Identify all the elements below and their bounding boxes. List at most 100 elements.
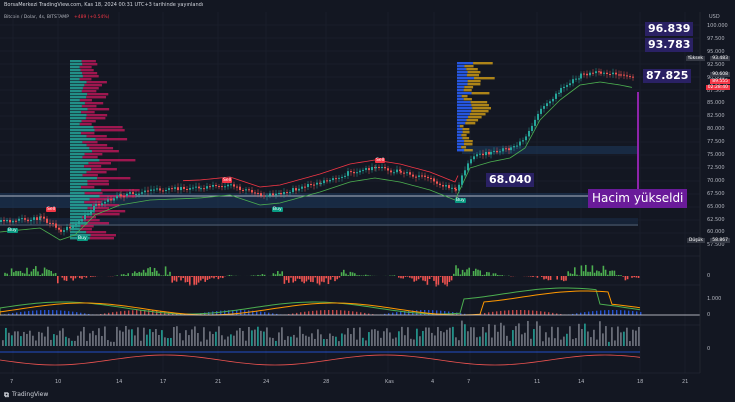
macd-bar — [240, 310, 242, 315]
volume-bar — [8, 332, 10, 346]
volume-bar — [272, 337, 274, 346]
volume-bar — [539, 325, 541, 346]
candle-body — [436, 181, 438, 184]
candle-body — [159, 188, 161, 191]
histogram-bar — [598, 271, 600, 276]
volume-bar — [386, 328, 388, 346]
volume-bar — [44, 336, 46, 346]
candle-body — [120, 194, 122, 197]
profile-bar-buy — [457, 89, 464, 92]
time-tick-label: 14 — [116, 379, 123, 385]
profile-bar-sell — [86, 171, 107, 174]
profile-bar-sell — [84, 153, 103, 156]
profile-bar-sell — [81, 90, 97, 93]
profile-bar-buy — [457, 92, 472, 95]
profile-bar-buy — [457, 140, 465, 143]
profile-bar-buy — [70, 144, 87, 147]
candle-body — [6, 219, 8, 222]
volume-bar — [89, 333, 91, 346]
histogram-bar — [206, 276, 209, 281]
profile-bar-sell — [80, 69, 94, 72]
profile-bar-buy — [70, 150, 92, 153]
profile-bar-sell — [466, 74, 479, 77]
volume-bar — [281, 327, 283, 346]
volume-bar — [482, 326, 484, 346]
volume-bar — [635, 330, 637, 346]
profile-bar-buy — [457, 137, 463, 140]
candle-body — [30, 219, 32, 222]
footer-brand[interactable]: TradingView — [12, 391, 48, 398]
candle-body — [295, 188, 297, 191]
histogram-bar — [622, 276, 624, 277]
price-tick-label: 92.500 — [707, 61, 725, 68]
price-tick-label: 72.500 — [707, 164, 725, 171]
histogram-bar — [497, 275, 499, 276]
high-value-tag: 93.483 — [710, 56, 730, 61]
volume-bar — [14, 331, 16, 346]
profile-bar-buy — [70, 78, 80, 81]
sell-signal: Sell — [222, 178, 233, 183]
tradingview-logo-icon[interactable]: ⧉ — [4, 391, 9, 400]
profile-bar-sell — [84, 165, 102, 168]
histogram-bar — [479, 270, 481, 276]
time-tick-label: 21 — [215, 379, 222, 385]
histogram-bar — [360, 275, 363, 276]
profile-bar-sell — [84, 84, 102, 87]
ind2-top: 1.000 — [707, 296, 722, 302]
histogram-bar — [281, 271, 283, 276]
candle-body — [493, 150, 495, 152]
volume-bar — [377, 330, 379, 346]
macd-bar — [316, 310, 318, 315]
candle-body — [43, 216, 45, 219]
volume-bar — [593, 329, 595, 346]
profile-bar-sell — [462, 137, 470, 140]
price-tick-label: 100.000 — [707, 23, 728, 29]
candle-body — [212, 185, 214, 187]
volume-bar — [257, 326, 259, 346]
volume-bar — [338, 341, 340, 346]
candle-body — [75, 224, 77, 226]
macd-bar — [528, 310, 530, 315]
volume-bar — [602, 333, 604, 346]
candle-body — [18, 218, 20, 221]
profile-bar-buy — [70, 156, 83, 159]
macd-bar — [300, 312, 302, 315]
candle-body — [147, 190, 149, 192]
profile-bar-buy — [70, 207, 88, 210]
candle-body — [496, 150, 498, 153]
candle-body — [156, 188, 158, 190]
volume-bar — [239, 327, 241, 346]
volume-bar — [146, 334, 148, 346]
volume-bar — [554, 338, 556, 346]
candle-body — [560, 88, 562, 93]
volume-bar — [317, 329, 319, 346]
volume-bar — [512, 330, 514, 346]
histogram-bar — [420, 276, 422, 278]
candle-body — [543, 106, 545, 109]
histogram-bar — [321, 276, 323, 282]
histogram-bar — [475, 268, 477, 276]
histogram-bar — [624, 276, 627, 281]
candle-body — [467, 163, 469, 171]
volume-bar — [5, 327, 7, 346]
profile-bar-buy — [457, 104, 472, 107]
histogram-bar — [274, 274, 277, 276]
candle-body — [618, 74, 620, 76]
candle-body — [513, 146, 515, 148]
volume-bar — [365, 340, 367, 346]
profile-bar-sell — [99, 159, 136, 162]
volume-bar — [116, 326, 118, 346]
macd-bar — [324, 310, 326, 315]
histogram-bar — [618, 275, 620, 276]
macd-bar — [44, 310, 46, 315]
candle-body — [186, 189, 188, 191]
price-tick-label: 62.500 — [707, 216, 725, 223]
histogram-bar — [611, 270, 613, 276]
macd-bar — [128, 310, 130, 315]
profile-bar-buy — [70, 102, 85, 105]
histogram-bar — [28, 274, 30, 276]
candle-body — [198, 186, 200, 189]
profile-bar-sell — [84, 192, 103, 195]
volume-bar — [626, 327, 628, 346]
histogram-bar — [164, 266, 167, 276]
